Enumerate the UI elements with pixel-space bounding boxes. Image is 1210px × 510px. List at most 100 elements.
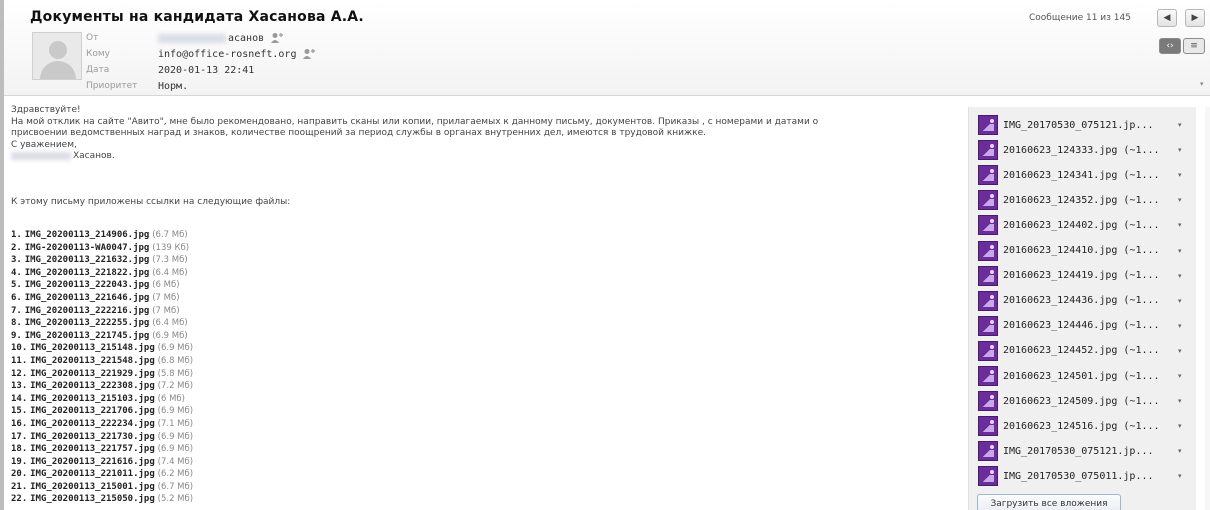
attachment-name[interactable]: 20160623_124419.jpg (~1... — [1003, 270, 1175, 281]
file-link[interactable]: IMG_20200113_221632.jpg — [25, 255, 150, 265]
add-contact-icon[interactable] — [270, 32, 284, 44]
attachment-item[interactable]: 20160623_124509.jpg (~1... ▾ — [978, 390, 1192, 412]
attachment-item[interactable]: IMG_20170530_075121.jp... ▾ — [978, 114, 1192, 136]
file-link[interactable]: IMG_20200113_221929.jpg — [30, 369, 155, 379]
chevron-down-icon[interactable]: ▾ — [1178, 196, 1182, 204]
chevron-down-icon[interactable]: ▾ — [1178, 171, 1182, 179]
attachment-name[interactable]: 20160623_124516.jpg (~1... — [1003, 421, 1175, 432]
attachment-item[interactable]: 20160623_124452.jpg (~1... ▾ — [978, 340, 1192, 362]
date-label: Дата — [86, 65, 110, 75]
chevron-down-icon[interactable]: ▾ — [1178, 422, 1182, 430]
file-link[interactable]: IMG_20200113_222216.jpg — [25, 306, 150, 316]
file-link[interactable]: IMG_20200113_215148.jpg — [30, 343, 155, 353]
attachment-item[interactable]: 20160623_124410.jpg (~1... ▾ — [978, 240, 1192, 262]
body-line: Здравствуйте! — [11, 105, 81, 115]
file-link[interactable]: IMG_20200113_222308.jpg — [30, 381, 155, 391]
scrollbar[interactable] — [1205, 107, 1210, 510]
file-link-item: 3. IMG_20200113_221632.jpg (7.3 Мб) — [11, 254, 193, 267]
image-file-icon — [978, 140, 998, 161]
file-link[interactable]: IMG_20200113_222234.jpg — [30, 419, 155, 429]
attachment-item[interactable]: 20160623_124341.jpg (~1... ▾ — [978, 164, 1192, 186]
file-size: (7.1 Мб) — [157, 418, 194, 429]
attachment-name[interactable]: 20160623_124402.jpg (~1... — [1003, 220, 1175, 231]
attachment-name[interactable]: 20160623_124333.jpg (~1... — [1003, 145, 1175, 156]
attachment-name[interactable]: 20160623_124501.jpg (~1... — [1003, 371, 1175, 382]
file-number: 17. — [11, 431, 28, 442]
chevron-down-icon[interactable]: ▾ — [1178, 447, 1182, 455]
file-link[interactable]: IMG_20200113_221616.jpg — [30, 457, 155, 467]
file-link[interactable]: IMG_20200113_222255.jpg — [25, 318, 150, 328]
attachment-item[interactable]: 20160623_124402.jpg (~1... ▾ — [978, 214, 1192, 236]
attachment-item[interactable]: 20160623_124446.jpg (~1... ▾ — [978, 315, 1192, 337]
attachment-item[interactable]: 20160623_124436.jpg (~1... ▾ — [978, 290, 1192, 312]
attachment-item[interactable]: 20160623_124333.jpg (~1... ▾ — [978, 139, 1192, 161]
attachment-name[interactable]: 20160623_124410.jpg (~1... — [1003, 245, 1175, 256]
attachment-name[interactable]: 20160623_124436.jpg (~1... — [1003, 295, 1175, 306]
file-size: (6 Мб) — [152, 280, 180, 291]
file-link-item: 5. IMG_20200113_222043.jpg (6 Мб) — [11, 279, 193, 292]
chevron-down-icon[interactable]: ▾ — [1178, 372, 1182, 380]
file-number: 16. — [11, 418, 28, 429]
file-link-item: 8. IMG_20200113_222255.jpg (6.4 Мб) — [11, 317, 193, 330]
file-size: (6.9 Мб) — [157, 431, 194, 442]
file-link[interactable]: IMG_20200113_222043.jpg — [25, 280, 150, 290]
attachment-name[interactable]: IMG_20170530_075011.jp... — [1003, 471, 1175, 482]
chevron-down-icon[interactable]: ▾ — [1178, 221, 1182, 229]
attachment-name[interactable]: 20160623_124341.jpg (~1... — [1003, 170, 1175, 181]
file-number: 11. — [11, 355, 28, 366]
next-message-button[interactable]: ▶ — [1185, 9, 1205, 27]
html-view-button[interactable]: ‹› — [1159, 38, 1181, 54]
from-label: От — [86, 33, 99, 43]
file-number: 21. — [11, 481, 28, 492]
add-contact-icon[interactable] — [302, 48, 316, 60]
chevron-down-icon[interactable]: ▾ — [1178, 121, 1182, 129]
to-label: Кому — [86, 49, 111, 59]
file-number: 2. — [11, 242, 22, 253]
attachment-item[interactable]: 20160623_124352.jpg (~1... ▾ — [978, 189, 1192, 211]
image-file-icon — [978, 215, 998, 236]
chevron-down-icon[interactable]: ▾ — [1178, 347, 1182, 355]
file-link[interactable]: IMG_20200113_221822.jpg — [25, 268, 150, 278]
chevron-down-icon[interactable]: ▾ — [1178, 397, 1182, 405]
previous-message-button[interactable]: ◀ — [1157, 9, 1177, 27]
file-link[interactable]: IMG_20200113_221646.jpg — [25, 293, 150, 303]
chevron-down-icon[interactable]: ▾ — [1178, 247, 1182, 255]
attachment-item[interactable]: IMG_20170530_075011.jp... ▾ — [978, 465, 1192, 487]
file-link[interactable]: IMG_20200113_221706.jpg — [30, 406, 155, 416]
meta-to-row: Кому info@office-rosneft.org — [86, 46, 316, 62]
attachment-item[interactable]: 20160623_124419.jpg (~1... ▾ — [978, 265, 1192, 287]
load-all-attachments-button[interactable]: Загрузить все вложения — [977, 494, 1121, 510]
to-value[interactable]: info@office-rosneft.org — [158, 49, 296, 60]
chevron-down-icon[interactable]: ▾ — [1178, 322, 1182, 330]
file-link[interactable]: IMG_20200113_221745.jpg — [25, 331, 150, 341]
chevron-down-icon[interactable]: ▾ — [1178, 272, 1182, 280]
chevron-down-icon[interactable]: ▾ — [1178, 472, 1182, 480]
file-link[interactable]: IMG_20200113_221757.jpg — [30, 444, 155, 454]
file-link[interactable]: IMG-20200113-WA0047.jpg — [25, 243, 150, 253]
chevron-down-icon[interactable]: ▾ — [1200, 80, 1204, 88]
attachment-name[interactable]: 20160623_124352.jpg (~1... — [1003, 195, 1175, 206]
plain-text-view-button[interactable]: ≡ — [1183, 38, 1205, 54]
attachment-name[interactable]: 20160623_124509.jpg (~1... — [1003, 396, 1175, 407]
from-value[interactable]: асанов — [228, 33, 264, 44]
file-size: (6 Мб) — [157, 393, 185, 404]
chevron-down-icon[interactable]: ▾ — [1178, 146, 1182, 154]
file-link[interactable]: IMG_20200113_215050.jpg — [30, 494, 155, 504]
attachment-name[interactable]: IMG_20170530_075121.jp... — [1003, 446, 1175, 457]
attachment-item[interactable]: 20160623_124516.jpg (~1... ▾ — [978, 415, 1192, 437]
attachment-name[interactable]: IMG_20170530_075121.jp... — [1003, 120, 1175, 131]
file-size: (139 Кб) — [152, 242, 190, 253]
file-link[interactable]: IMG_20200113_221011.jpg — [30, 469, 155, 479]
attachment-name[interactable]: 20160623_124452.jpg (~1... — [1003, 345, 1175, 356]
file-size: (6.9 Мб) — [152, 330, 188, 341]
attachment-item[interactable]: 20160623_124501.jpg (~1... ▾ — [978, 365, 1192, 387]
file-link[interactable]: IMG_20200113_221548.jpg — [30, 356, 155, 366]
file-link[interactable]: IMG_20200113_214906.jpg — [25, 230, 150, 240]
file-link[interactable]: IMG_20200113_215103.jpg — [30, 394, 155, 404]
attachment-name[interactable]: 20160623_124446.jpg (~1... — [1003, 320, 1175, 331]
file-link[interactable]: IMG_20200113_215001.jpg — [30, 482, 155, 492]
attachment-item[interactable]: IMG_20170530_075121.jp... ▾ — [978, 440, 1192, 462]
body-line: На мой отклик на сайте "Авито", мне было… — [11, 116, 819, 127]
file-link[interactable]: IMG_20200113_221730.jpg — [30, 432, 155, 442]
chevron-down-icon[interactable]: ▾ — [1178, 297, 1182, 305]
